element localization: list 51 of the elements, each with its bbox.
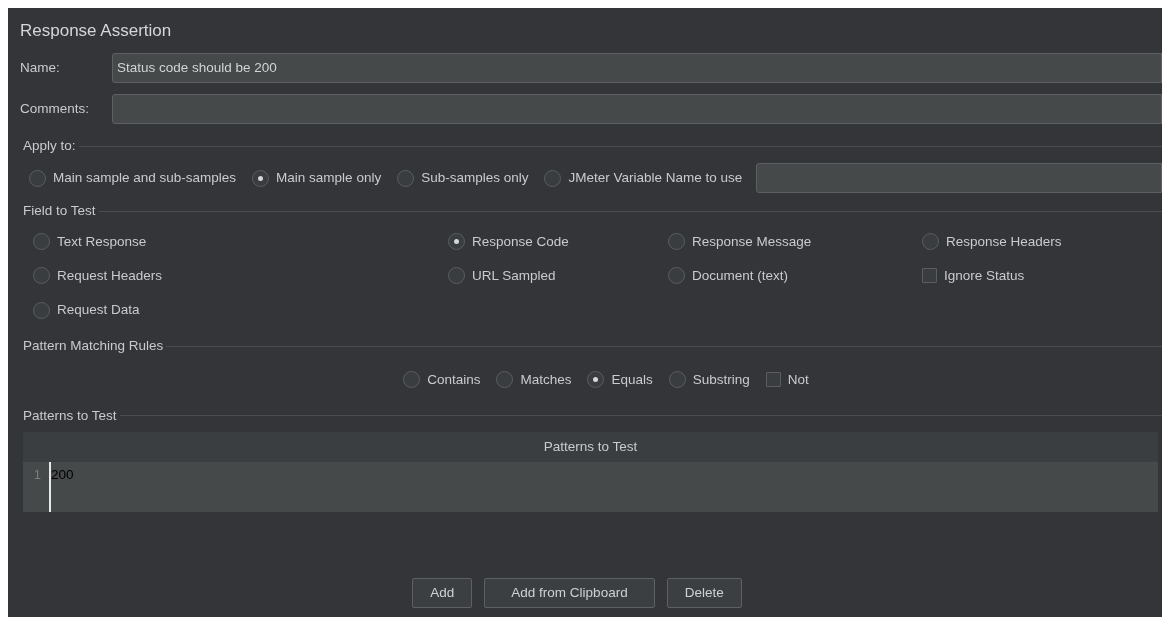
option-label: Substring bbox=[692, 370, 750, 389]
radio-button[interactable] bbox=[252, 169, 270, 187]
input-field[interactable] bbox=[756, 163, 1162, 194]
field-label: Comments: bbox=[20, 99, 91, 118]
option-label: Main sample only bbox=[276, 169, 382, 188]
option-label: Sub-samples only bbox=[421, 169, 529, 188]
radio-button[interactable] bbox=[587, 371, 605, 389]
button[interactable]: Add from Clipboard bbox=[484, 578, 655, 608]
section-legend: Patterns to Test bbox=[20, 405, 117, 426]
input-field[interactable] bbox=[112, 94, 1162, 124]
radio-button[interactable] bbox=[668, 371, 686, 389]
text-cursor bbox=[49, 462, 51, 512]
option-label: Request Headers bbox=[57, 266, 163, 285]
option-label: URL Sampled bbox=[472, 266, 556, 285]
option-label: Response Code bbox=[472, 232, 569, 251]
radio-button[interactable] bbox=[33, 267, 50, 285]
radio-button[interactable] bbox=[403, 371, 421, 389]
button[interactable]: Add bbox=[412, 578, 473, 608]
option-label: Main sample and sub-samples bbox=[53, 169, 237, 188]
radio-button[interactable] bbox=[496, 371, 514, 389]
radio-button[interactable] bbox=[397, 169, 415, 187]
option-label: Equals bbox=[611, 370, 653, 389]
option-label: Contains bbox=[427, 370, 481, 389]
radio-button[interactable] bbox=[922, 233, 939, 251]
radio-button[interactable] bbox=[668, 233, 685, 251]
checkbox[interactable] bbox=[765, 372, 781, 388]
option-label: Response Message bbox=[692, 232, 812, 251]
option-label: JMeter Variable Name to use bbox=[568, 169, 743, 188]
radio-button[interactable] bbox=[448, 267, 465, 285]
radio-button[interactable] bbox=[544, 169, 562, 187]
section-legend: Field to Test bbox=[20, 201, 96, 222]
option-label: Document (text) bbox=[692, 266, 789, 285]
option-label: Text Response bbox=[57, 232, 147, 251]
radio-button[interactable] bbox=[33, 233, 50, 251]
option-label: Not bbox=[787, 370, 809, 389]
radio-button[interactable] bbox=[33, 301, 50, 319]
column-header: Patterns to Test bbox=[23, 432, 1158, 462]
section-legend: Apply to: bbox=[20, 136, 76, 157]
radio-button[interactable] bbox=[668, 267, 685, 285]
option-label: Matches bbox=[520, 370, 572, 389]
option-label: Response Headers bbox=[946, 232, 1062, 251]
window-title: Response Assertion bbox=[20, 20, 173, 42]
button[interactable]: Delete bbox=[666, 578, 742, 608]
section-legend: Pattern Matching Rules bbox=[20, 336, 164, 357]
option-label: Request Data bbox=[57, 301, 140, 319]
checkbox[interactable] bbox=[922, 268, 937, 284]
radio-button[interactable] bbox=[29, 169, 46, 187]
input-field[interactable]: Status code should be 200 bbox=[112, 53, 1162, 83]
radio-button[interactable] bbox=[448, 233, 465, 251]
option-label: Ignore Status bbox=[944, 266, 1025, 285]
field-label: Name: bbox=[20, 58, 61, 77]
